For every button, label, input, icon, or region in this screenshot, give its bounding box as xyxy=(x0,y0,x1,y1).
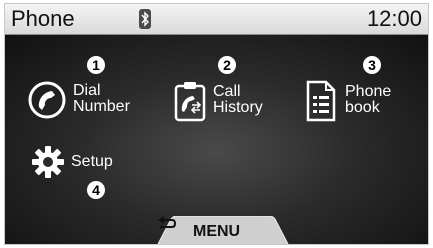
bluetooth-icon xyxy=(139,9,151,29)
badge-3: 3 xyxy=(363,56,381,74)
call-history-button[interactable]: Call History xyxy=(173,80,283,126)
badge-2: 2 xyxy=(218,56,236,74)
badge-1: 1 xyxy=(87,56,105,74)
menu-tab-label: MENU xyxy=(193,223,241,240)
badge-4: 4 xyxy=(87,181,105,199)
dial-number-button[interactable]: Dial Number xyxy=(27,80,145,126)
status-bar: Phone 12:00 xyxy=(5,4,428,35)
dial-number-label: Dial Number xyxy=(73,82,130,115)
gear-icon xyxy=(32,146,64,178)
setup-button[interactable]: Setup xyxy=(31,145,131,179)
call-history-label: Call History xyxy=(213,83,263,116)
back-arrow-icon xyxy=(158,216,177,228)
screen-title: Phone xyxy=(11,6,75,31)
phonebook-icon xyxy=(306,80,336,122)
phonebook-label: Phone book xyxy=(345,83,392,116)
setup-label: Setup xyxy=(71,153,113,170)
main-menu: 1 Dial Number 2 Call History 3 Phone boo… xyxy=(5,35,428,244)
call-history-icon xyxy=(174,82,206,122)
clock: 12:00 xyxy=(366,6,422,31)
phone-screen: Phone 12:00 1 Dial Number 2 Call History… xyxy=(4,3,429,245)
phonebook-button[interactable]: Phone book xyxy=(305,80,415,126)
menu-tab-button[interactable]: MENU xyxy=(157,216,289,244)
handset-icon xyxy=(28,81,66,119)
